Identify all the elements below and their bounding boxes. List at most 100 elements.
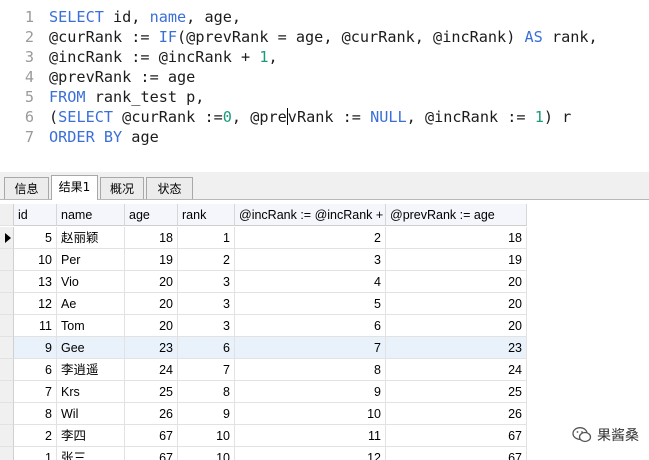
table-cell[interactable]: 4 [235, 271, 386, 293]
row-indicator[interactable] [0, 381, 14, 403]
column-header[interactable]: @incRank := @incRank + [235, 204, 386, 226]
table-cell[interactable]: 67 [386, 447, 527, 460]
table-cell[interactable]: Krs [57, 381, 125, 403]
table-cell[interactable]: 6 [235, 315, 386, 337]
table-cell[interactable]: 李四 [57, 425, 125, 447]
table-cell[interactable]: Wil [57, 403, 125, 425]
table-cell[interactable]: Vio [57, 271, 125, 293]
table-cell[interactable]: 20 [125, 271, 178, 293]
row-indicator[interactable] [0, 425, 14, 447]
table-cell[interactable]: 11 [14, 315, 57, 337]
table-cell[interactable]: 8 [14, 403, 57, 425]
table-row[interactable]: 8 Wil 26 9 10 26 [0, 403, 527, 425]
column-header[interactable]: age [125, 204, 178, 226]
table-cell[interactable]: 24 [386, 359, 527, 381]
table-cell[interactable]: 1 [178, 227, 235, 249]
column-header[interactable]: name [57, 204, 125, 226]
row-indicator[interactable] [0, 249, 14, 271]
table-cell[interactable]: 2 [178, 249, 235, 271]
table-cell[interactable]: 23 [386, 337, 527, 359]
table-cell[interactable]: Per [57, 249, 125, 271]
table-cell[interactable]: 3 [178, 315, 235, 337]
table-cell[interactable]: Ae [57, 293, 125, 315]
column-header[interactable]: @prevRank := age [386, 204, 527, 226]
table-cell[interactable]: 10 [235, 403, 386, 425]
row-indicator[interactable] [0, 337, 14, 359]
table-row[interactable]: 9 Gee 23 6 7 23 [0, 337, 527, 359]
table-cell[interactable]: 7 [235, 337, 386, 359]
table-cell[interactable]: 1 [14, 447, 57, 460]
table-row[interactable]: 13 Vio 20 3 4 20 [0, 271, 527, 293]
row-indicator[interactable] [0, 359, 14, 381]
table-cell[interactable]: 9 [178, 403, 235, 425]
table-cell[interactable]: 20 [125, 293, 178, 315]
tab-status[interactable]: 状态 [146, 177, 193, 199]
table-cell[interactable]: 10 [178, 447, 235, 460]
table-cell[interactable]: 3 [178, 271, 235, 293]
table-cell[interactable]: Gee [57, 337, 125, 359]
table-cell[interactable]: 张三 [57, 447, 125, 460]
table-cell[interactable]: 5 [235, 293, 386, 315]
table-cell[interactable]: 8 [178, 381, 235, 403]
table-cell[interactable]: 67 [386, 425, 527, 447]
table-cell[interactable]: 20 [125, 315, 178, 337]
table-cell[interactable]: 6 [178, 337, 235, 359]
table-cell[interactable]: 19 [125, 249, 178, 271]
table-cell[interactable]: 25 [125, 381, 178, 403]
column-header[interactable]: rank [178, 204, 235, 226]
table-cell[interactable]: 25 [386, 381, 527, 403]
table-cell[interactable]: 23 [125, 337, 178, 359]
table-cell[interactable]: 20 [386, 271, 527, 293]
table-cell[interactable]: 3 [235, 249, 386, 271]
table-cell[interactable]: 24 [125, 359, 178, 381]
table-row[interactable]: 7 Krs 25 8 9 25 [0, 381, 527, 403]
table-cell[interactable]: 13 [14, 271, 57, 293]
table-cell[interactable]: 6 [14, 359, 57, 381]
table-cell[interactable]: 11 [235, 425, 386, 447]
row-indicator[interactable] [0, 293, 14, 315]
table-row[interactable]: 5 赵丽颖 18 1 2 18 [0, 227, 527, 249]
table-cell[interactable]: 2 [14, 425, 57, 447]
table-cell[interactable]: 19 [386, 249, 527, 271]
table-cell[interactable]: 26 [386, 403, 527, 425]
column-header[interactable]: id [14, 204, 57, 226]
table-cell[interactable]: 67 [125, 447, 178, 460]
table-row[interactable]: 10 Per 19 2 3 19 [0, 249, 527, 271]
table-row[interactable]: 1 张三 67 10 12 67 [0, 447, 527, 460]
table-cell[interactable]: 12 [235, 447, 386, 460]
row-indicator[interactable] [0, 403, 14, 425]
table-cell[interactable]: 8 [235, 359, 386, 381]
table-cell[interactable]: 7 [178, 359, 235, 381]
tab-info[interactable]: 信息 [4, 177, 49, 199]
table-row[interactable]: 2 李四 67 10 11 67 [0, 425, 527, 447]
row-indicator[interactable] [0, 204, 14, 226]
grid-header[interactable]: id name age rank @incRank := @incRank + @prev… [0, 204, 527, 226]
table-cell[interactable]: 20 [386, 315, 527, 337]
table-row[interactable]: 6 李逍遥 24 7 8 24 [0, 359, 527, 381]
table-cell[interactable]: 3 [178, 293, 235, 315]
row-indicator[interactable] [0, 315, 14, 337]
table-cell[interactable]: 9 [14, 337, 57, 359]
table-cell[interactable]: 20 [386, 293, 527, 315]
table-cell[interactable]: 26 [125, 403, 178, 425]
tab-profile[interactable]: 概况 [100, 177, 144, 199]
table-cell[interactable]: 10 [178, 425, 235, 447]
table-cell[interactable]: 5 [14, 227, 57, 249]
table-row[interactable]: 11 Tom 20 3 6 20 [0, 315, 527, 337]
row-indicator[interactable] [0, 227, 14, 249]
table-cell[interactable]: Tom [57, 315, 125, 337]
table-cell[interactable]: 7 [14, 381, 57, 403]
result-grid[interactable]: id name age rank @incRank := @incRank + @prev… [0, 204, 649, 460]
table-cell[interactable]: 10 [14, 249, 57, 271]
table-cell[interactable]: 18 [386, 227, 527, 249]
table-cell[interactable]: 18 [125, 227, 178, 249]
table-cell[interactable]: 9 [235, 381, 386, 403]
row-indicator[interactable] [0, 447, 14, 460]
table-row[interactable]: 12 Ae 20 3 5 20 [0, 293, 527, 315]
table-cell[interactable]: 12 [14, 293, 57, 315]
tab-result1[interactable]: 结果1 [51, 175, 98, 200]
sql-editor[interactable]: 1 SELECT id, name, age, 2 @curRank := IF(@p… [0, 0, 649, 172]
table-cell[interactable]: 2 [235, 227, 386, 249]
table-cell[interactable]: 67 [125, 425, 178, 447]
table-cell[interactable]: 赵丽颖 [57, 227, 125, 249]
